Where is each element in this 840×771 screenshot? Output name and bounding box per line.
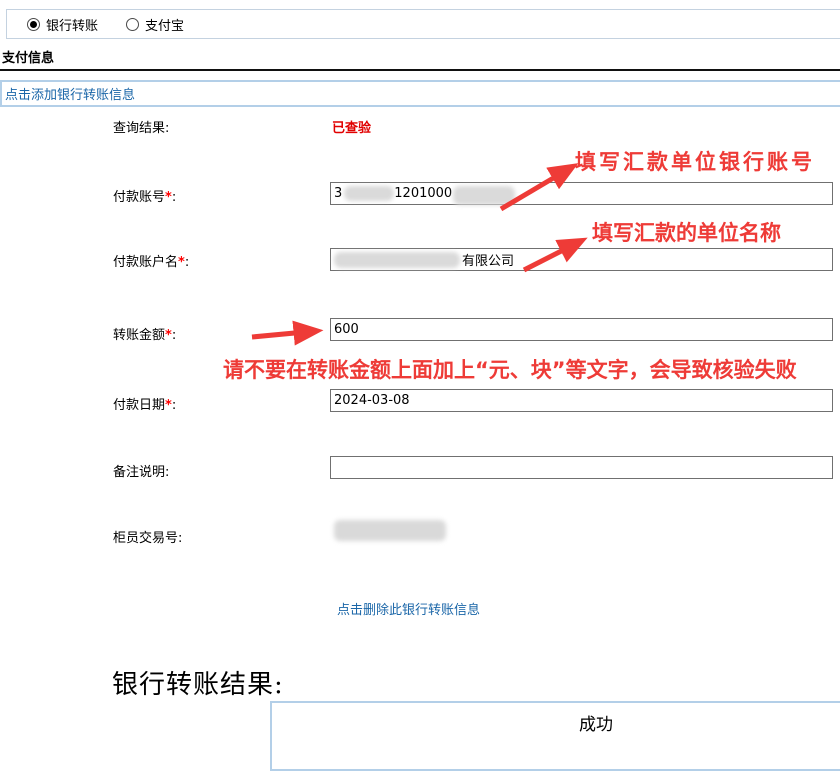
payer-account-input[interactable]: 3 1201000 xyxy=(330,182,833,205)
transfer-result-heading: 银行转账结果: xyxy=(112,664,284,701)
payment-method-bar: 银行转账 支付宝 xyxy=(6,9,840,39)
radio-bank-transfer[interactable]: 银行转账 xyxy=(27,15,98,34)
teller-tx-label: 柜员交易号: xyxy=(113,527,182,546)
payer-name-input[interactable]: 有限公司 xyxy=(330,248,833,271)
payer-account-visible-prefix: 3 xyxy=(334,186,342,201)
payer-account-label: 付款账号*: xyxy=(113,186,176,205)
amount-input[interactable] xyxy=(330,318,833,341)
redaction-blur xyxy=(344,186,394,201)
name-annotation: 填写汇款的单位名称 xyxy=(592,217,781,247)
transfer-result-status: 成功 xyxy=(579,715,613,735)
amount-label: 转账金额*: xyxy=(113,324,176,343)
transfer-result-table: 成功 xyxy=(270,701,840,771)
pay-date-input[interactable] xyxy=(330,389,833,412)
delete-bank-transfer-link[interactable]: 点击删除此银行转账信息 xyxy=(337,599,480,618)
payer-name-visible-suffix: 有限公司 xyxy=(462,250,514,269)
amount-arrow-icon xyxy=(252,331,316,337)
remark-input[interactable] xyxy=(330,456,833,479)
query-result-value: 已查验 xyxy=(332,117,371,136)
query-result-label: 查询结果: xyxy=(113,117,169,136)
amount-warning-annotation: 请不要在转账金额上面加上“元、块”等文字，会导致核验失败 xyxy=(223,354,797,384)
payer-name-label: 付款账户名*: xyxy=(113,251,189,270)
radio-alipay[interactable]: 支付宝 xyxy=(126,15,184,34)
add-bank-transfer-box: 点击添加银行转账信息 xyxy=(0,80,840,107)
pay-date-label: 付款日期*: xyxy=(113,394,176,413)
account-annotation: 填写汇款单位银行账号 xyxy=(575,146,815,176)
teller-tx-redacted-value xyxy=(334,520,446,541)
payer-account-visible-mid: 1201000 xyxy=(394,186,452,201)
radio-selected-icon[interactable] xyxy=(27,18,40,31)
remark-label: 备注说明: xyxy=(113,461,169,480)
section-title: 支付信息 xyxy=(2,47,54,66)
radio-unselected-icon[interactable] xyxy=(126,18,139,31)
add-bank-transfer-link[interactable]: 点击添加银行转账信息 xyxy=(5,84,135,103)
radio-alipay-label: 支付宝 xyxy=(145,15,184,34)
section-divider xyxy=(0,69,840,71)
radio-bank-transfer-label: 银行转账 xyxy=(46,15,98,34)
redaction-blur xyxy=(334,252,460,268)
redaction-blur xyxy=(453,186,515,205)
